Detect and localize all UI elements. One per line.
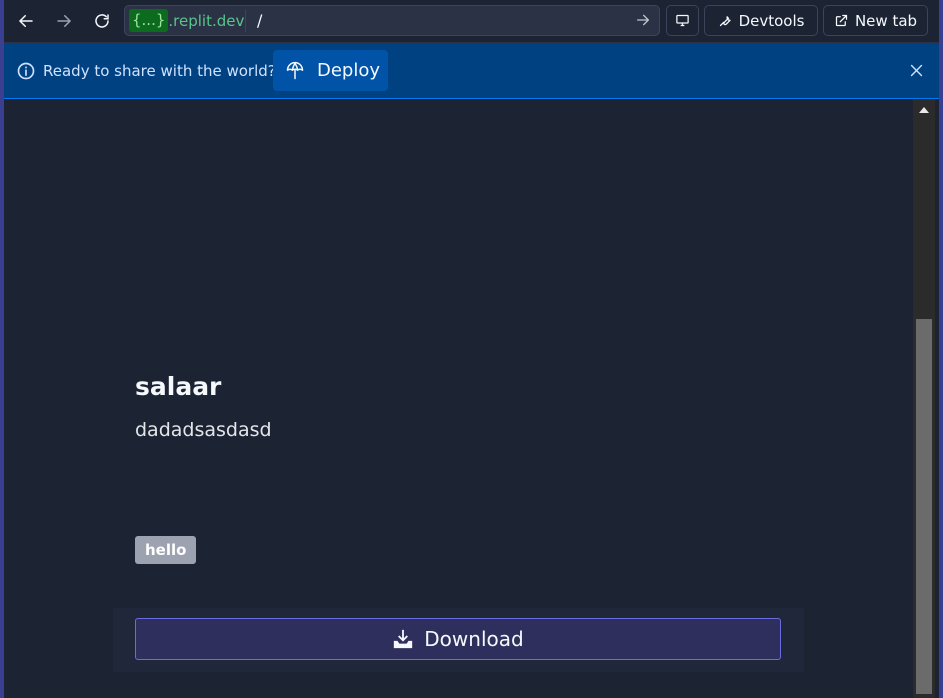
scrollbar-thumb[interactable] — [916, 319, 932, 694]
url-host: {...} .replit.dev — [129, 9, 244, 32]
devtools-button[interactable]: Devtools — [704, 5, 818, 36]
device-preview-button[interactable] — [666, 5, 699, 36]
deploy-icon — [286, 61, 304, 79]
scroll-up-arrow-icon — [919, 107, 929, 113]
url-bar[interactable]: {...} .replit.dev / — [124, 5, 660, 36]
wrench-icon — [719, 15, 731, 27]
app-frame: {...} .replit.dev / Devtools New tab Rea… — [0, 0, 943, 698]
reload-button[interactable] — [88, 7, 116, 35]
close-icon[interactable] — [908, 62, 925, 79]
url-separator — [245, 10, 246, 32]
scroll-up-button[interactable] — [913, 101, 935, 119]
page-content: salaar dadadsasdasd hello Download — [4, 99, 911, 698]
tag-badge: hello — [135, 536, 197, 564]
deploy-banner: Ready to share with the world? Deploy — [4, 43, 939, 99]
download-button[interactable]: Download — [135, 618, 781, 660]
devtools-label: Devtools — [738, 11, 805, 30]
external-link-icon — [835, 14, 848, 27]
new-tab-label: New tab — [854, 11, 918, 30]
card-description: dadadsasdasd — [135, 419, 272, 441]
scrollbar[interactable] — [911, 99, 939, 698]
deploy-label: Deploy — [317, 60, 381, 81]
forward-button[interactable] — [50, 7, 78, 35]
card-title: salaar — [135, 372, 222, 401]
reload-icon — [95, 14, 109, 28]
go-arrow-icon — [637, 14, 650, 26]
back-arrow-icon — [18, 15, 33, 27]
deploy-button[interactable]: Deploy — [273, 50, 388, 91]
info-icon — [17, 62, 35, 80]
go-button[interactable] — [635, 12, 651, 32]
download-label: Download — [424, 627, 524, 651]
back-button[interactable] — [12, 7, 40, 35]
new-tab-button[interactable]: New tab — [823, 5, 928, 36]
url-host-domain: .replit.dev — [168, 11, 245, 30]
download-icon — [394, 629, 413, 649]
url-path[interactable]: / — [257, 11, 262, 30]
forward-arrow-icon — [57, 15, 72, 27]
card-footer: Download — [113, 608, 804, 672]
monitor-icon — [676, 14, 689, 27]
url-host-brace: {...} — [129, 9, 169, 32]
browser-toolbar: {...} .replit.dev / Devtools New tab — [4, 0, 939, 43]
banner-message: Ready to share with the world? — [43, 62, 276, 80]
item-card: salaar dadadsasdasd hello Download — [113, 99, 804, 682]
